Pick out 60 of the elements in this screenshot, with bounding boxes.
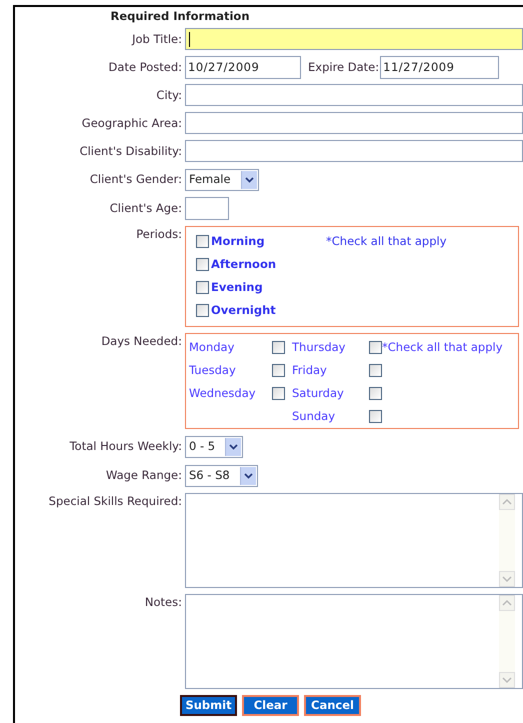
checkbox-label: Evening — [211, 279, 263, 296]
scroll-down-icon[interactable] — [499, 571, 515, 588]
dropdown[interactable]: 0 - 5 — [185, 436, 244, 458]
scroll-up-icon[interactable] — [499, 494, 515, 510]
checkbox-label: Morning — [211, 233, 265, 250]
checkbox-label: Afternoon — [211, 256, 276, 274]
field-label: Notes: — [144, 594, 182, 612]
scroll-down-icon[interactable] — [499, 672, 515, 688]
scrollbar[interactable] — [499, 494, 515, 588]
form-heading: Required Information — [110, 8, 250, 25]
day-label: Wednesday — [189, 385, 257, 402]
text-field[interactable] — [185, 84, 523, 106]
field-label: Days Needed: — [101, 333, 182, 350]
checkbox[interactable] — [369, 387, 382, 400]
form-button[interactable]: Cancel — [304, 695, 361, 716]
date-field[interactable]: 10/27/2009 — [185, 56, 301, 79]
checkbox[interactable] — [196, 235, 209, 248]
form-button[interactable]: Clear — [242, 695, 299, 716]
checkbox[interactable] — [272, 387, 285, 400]
checkbox-label: Overnight — [211, 302, 276, 320]
field-label: Periods: — [136, 226, 182, 244]
dropdown[interactable]: Female — [185, 168, 259, 191]
checkbox[interactable] — [369, 364, 382, 378]
day-label: Friday — [292, 362, 328, 380]
day-label: Sunday — [292, 408, 336, 426]
field-label: Wage Range: — [106, 467, 182, 484]
checkbox[interactable] — [196, 281, 209, 294]
scrollbar[interactable] — [499, 595, 515, 688]
text-field[interactable] — [185, 28, 523, 50]
checkbox[interactable] — [369, 341, 382, 354]
day-label: Saturday — [292, 385, 345, 402]
dropdown[interactable]: S6 - S8 — [185, 464, 258, 487]
day-label: Monday — [189, 339, 236, 356]
checkbox[interactable] — [272, 364, 285, 378]
text-field[interactable] — [185, 197, 229, 220]
field-label: City: — [156, 86, 182, 104]
checkbox[interactable] — [196, 304, 209, 318]
hint-text: *Check all that apply — [382, 339, 503, 356]
field-label: Date Posted: — [108, 58, 182, 76]
text-field[interactable] — [185, 112, 523, 134]
field-label: Expire Date: — [308, 58, 380, 76]
day-label: Tuesday — [189, 362, 237, 380]
field-label: Special Skills Required: — [48, 493, 182, 510]
checkbox[interactable] — [272, 341, 285, 354]
date-field[interactable]: 11/27/2009 — [380, 56, 500, 79]
text-area[interactable] — [185, 493, 523, 588]
form-button[interactable]: Submit — [180, 695, 237, 716]
scroll-up-icon[interactable] — [499, 595, 515, 612]
field-label: Job Title: — [132, 30, 182, 48]
field-label: Client's Age: — [110, 200, 182, 218]
day-label: Thursday — [292, 339, 346, 356]
text-field[interactable] — [185, 140, 523, 162]
checkbox[interactable] — [196, 258, 209, 272]
field-label: Geographic Area: — [82, 114, 182, 132]
text-area[interactable] — [185, 594, 523, 690]
field-label: Client's Disability: — [80, 142, 182, 160]
field-label: Total Hours Weekly: — [70, 438, 182, 456]
field-label: Client's Gender: — [90, 171, 182, 188]
hint-text: *Check all that apply — [326, 233, 447, 250]
checkbox[interactable] — [369, 410, 382, 424]
